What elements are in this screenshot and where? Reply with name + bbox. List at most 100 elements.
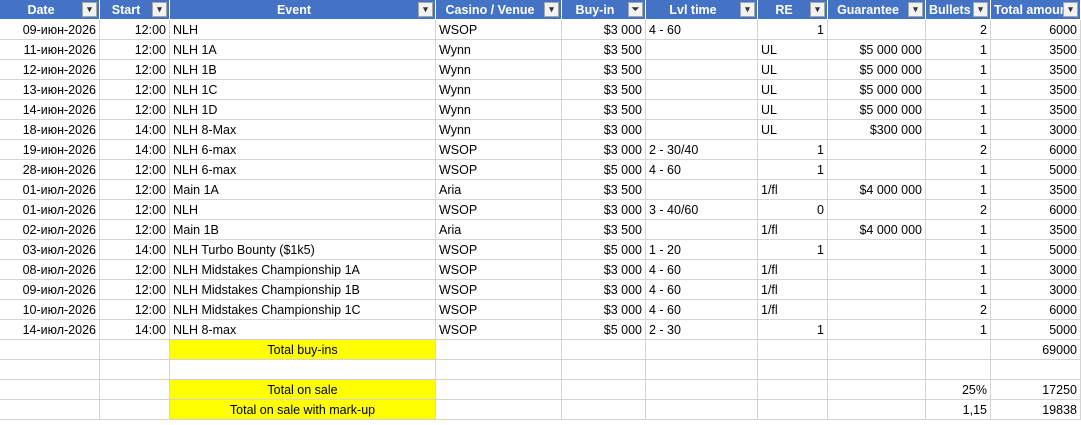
- cell-date[interactable]: 02-июл-2026: [0, 220, 100, 240]
- total-on-sale-value[interactable]: 17250: [991, 380, 1081, 400]
- cell-guarantee[interactable]: [828, 20, 926, 40]
- cell-guarantee[interactable]: [828, 200, 926, 220]
- cell-start[interactable]: 12:00: [100, 220, 170, 240]
- cell-re[interactable]: UL: [758, 60, 828, 80]
- cell-lvltime[interactable]: [646, 120, 758, 140]
- cell-buyin[interactable]: $3 000: [562, 300, 646, 320]
- cell-lvltime[interactable]: [646, 60, 758, 80]
- header-total[interactable]: Total amount ▾: [991, 0, 1081, 20]
- filter-dropdown-icon[interactable]: ▾: [1063, 2, 1078, 17]
- empty-cell[interactable]: [758, 380, 828, 400]
- cell-event[interactable]: NLH 1D: [170, 100, 436, 120]
- header-guarantee[interactable]: Guarantee ▾: [828, 0, 926, 20]
- cell-guarantee[interactable]: [828, 160, 926, 180]
- cell-casino[interactable]: Wynn: [436, 40, 562, 60]
- cell-casino[interactable]: WSOP: [436, 260, 562, 280]
- cell-buyin[interactable]: $3 500: [562, 80, 646, 100]
- cell-casino[interactable]: Aria: [436, 180, 562, 200]
- header-bullets[interactable]: Bullets ▾: [926, 0, 991, 20]
- filter-dropdown-icon[interactable]: ▾: [418, 2, 433, 17]
- cell-event[interactable]: NLH 1C: [170, 80, 436, 100]
- empty-cell[interactable]: [562, 340, 646, 360]
- empty-cell[interactable]: [100, 360, 170, 380]
- cell-lvltime[interactable]: [646, 100, 758, 120]
- header-date[interactable]: Date ▾: [0, 0, 100, 20]
- empty-cell[interactable]: [100, 400, 170, 420]
- cell-lvltime[interactable]: 4 - 60: [646, 20, 758, 40]
- cell-total[interactable]: 3500: [991, 60, 1081, 80]
- cell-event[interactable]: Main 1B: [170, 220, 436, 240]
- header-re[interactable]: RE ▾: [758, 0, 828, 20]
- cell-lvltime[interactable]: [646, 180, 758, 200]
- cell-casino[interactable]: WSOP: [436, 280, 562, 300]
- cell-bullets[interactable]: 1: [926, 280, 991, 300]
- filter-dropdown-icon[interactable]: ▾: [82, 2, 97, 17]
- total-on-sale-label[interactable]: Total on sale: [170, 380, 436, 400]
- cell-casino[interactable]: WSOP: [436, 140, 562, 160]
- total-buyins-value[interactable]: 69000: [991, 340, 1081, 360]
- filter-dropdown-icon[interactable]: ▾: [740, 2, 755, 17]
- cell-guarantee[interactable]: [828, 260, 926, 280]
- cell-start[interactable]: 12:00: [100, 200, 170, 220]
- cell-start[interactable]: 12:00: [100, 60, 170, 80]
- empty-cell[interactable]: [0, 360, 100, 380]
- header-event[interactable]: Event ▾: [170, 0, 436, 20]
- cell-bullets[interactable]: 2: [926, 140, 991, 160]
- cell-total[interactable]: 5000: [991, 320, 1081, 340]
- empty-cell[interactable]: [991, 360, 1081, 380]
- empty-cell[interactable]: [436, 400, 562, 420]
- cell-casino[interactable]: WSOP: [436, 160, 562, 180]
- cell-event[interactable]: NLH: [170, 200, 436, 220]
- cell-start[interactable]: 14:00: [100, 320, 170, 340]
- cell-buyin[interactable]: $3 500: [562, 100, 646, 120]
- cell-bullets[interactable]: 1: [926, 60, 991, 80]
- cell-buyin[interactable]: $3 000: [562, 280, 646, 300]
- cell-casino[interactable]: WSOP: [436, 240, 562, 260]
- cell-date[interactable]: 01-июл-2026: [0, 180, 100, 200]
- cell-buyin[interactable]: $5 000: [562, 240, 646, 260]
- cell-bullets[interactable]: 2: [926, 200, 991, 220]
- cell-bullets[interactable]: 2: [926, 20, 991, 40]
- cell-casino[interactable]: WSOP: [436, 200, 562, 220]
- empty-cell[interactable]: [646, 400, 758, 420]
- cell-re[interactable]: 1: [758, 140, 828, 160]
- cell-start[interactable]: 12:00: [100, 40, 170, 60]
- cell-buyin[interactable]: $3 500: [562, 40, 646, 60]
- cell-date[interactable]: 10-июл-2026: [0, 300, 100, 320]
- cell-date[interactable]: 14-июн-2026: [0, 100, 100, 120]
- empty-cell[interactable]: [758, 400, 828, 420]
- total-buyins-label[interactable]: Total buy-ins: [170, 340, 436, 360]
- header-casino[interactable]: Casino / Venue ▾: [436, 0, 562, 20]
- header-buyin[interactable]: Buy-in ⏷: [562, 0, 646, 20]
- cell-start[interactable]: 12:00: [100, 280, 170, 300]
- cell-date[interactable]: 13-июн-2026: [0, 80, 100, 100]
- cell-guarantee[interactable]: $5 000 000: [828, 60, 926, 80]
- cell-lvltime[interactable]: 2 - 30/40: [646, 140, 758, 160]
- cell-bullets[interactable]: 1: [926, 80, 991, 100]
- cell-re[interactable]: 0: [758, 200, 828, 220]
- cell-date[interactable]: 18-июн-2026: [0, 120, 100, 140]
- cell-buyin[interactable]: $3 000: [562, 200, 646, 220]
- cell-date[interactable]: 03-июл-2026: [0, 240, 100, 260]
- cell-total[interactable]: 3500: [991, 80, 1081, 100]
- cell-re[interactable]: 1/fl: [758, 280, 828, 300]
- empty-cell[interactable]: [758, 340, 828, 360]
- cell-re[interactable]: UL: [758, 100, 828, 120]
- cell-total[interactable]: 5000: [991, 240, 1081, 260]
- cell-buyin[interactable]: $3 500: [562, 60, 646, 80]
- filter-dropdown-icon[interactable]: ▾: [973, 2, 988, 17]
- cell-guarantee[interactable]: [828, 300, 926, 320]
- cell-casino[interactable]: WSOP: [436, 20, 562, 40]
- cell-bullets[interactable]: 1: [926, 240, 991, 260]
- cell-bullets[interactable]: 2: [926, 300, 991, 320]
- empty-cell[interactable]: [646, 340, 758, 360]
- cell-event[interactable]: Main 1A: [170, 180, 436, 200]
- cell-guarantee[interactable]: [828, 280, 926, 300]
- cell-guarantee[interactable]: [828, 320, 926, 340]
- cell-casino[interactable]: Wynn: [436, 100, 562, 120]
- empty-cell[interactable]: [0, 340, 100, 360]
- cell-event[interactable]: NLH 1B: [170, 60, 436, 80]
- cell-bullets[interactable]: 1: [926, 120, 991, 140]
- cell-bullets[interactable]: 1: [926, 320, 991, 340]
- cell-lvltime[interactable]: 4 - 60: [646, 160, 758, 180]
